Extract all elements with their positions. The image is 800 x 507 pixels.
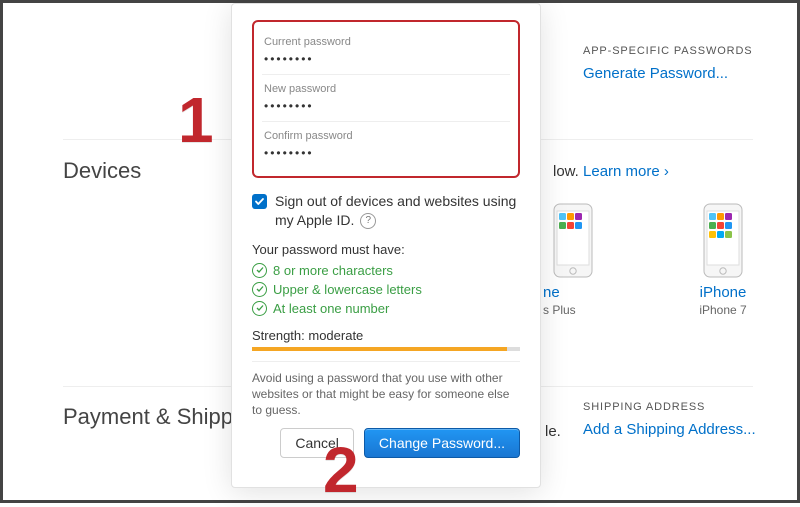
requirements-title: Your password must have: bbox=[252, 242, 520, 257]
learn-more-link[interactable]: Learn more › bbox=[583, 163, 669, 180]
device-item[interactable]: ne s Plus bbox=[543, 203, 603, 317]
app-specific-header: APP-SPECIFIC PASSWORDS bbox=[583, 45, 783, 57]
device-list: ne s Plus iPhone iPhone 7 bbox=[543, 203, 773, 317]
signout-checkbox[interactable] bbox=[252, 194, 267, 209]
requirement-item: 8 or more characters bbox=[252, 263, 520, 278]
requirement-text: 8 or more characters bbox=[273, 263, 393, 278]
device-item[interactable]: iPhone iPhone 7 bbox=[673, 203, 773, 317]
requirement-text: Upper & lowercase letters bbox=[273, 282, 422, 297]
requirement-item: Upper & lowercase letters bbox=[252, 282, 520, 297]
truncated-text: le. bbox=[545, 423, 561, 440]
check-circle-icon bbox=[252, 263, 267, 278]
check-circle-icon bbox=[252, 301, 267, 316]
current-password-input[interactable]: •••••••• bbox=[264, 52, 508, 66]
new-password-label: New password bbox=[264, 83, 508, 95]
device-name: ne bbox=[543, 284, 603, 301]
strength-meter bbox=[252, 347, 520, 351]
device-model: iPhone 7 bbox=[673, 303, 773, 317]
help-icon[interactable]: ? bbox=[360, 213, 376, 229]
new-password-input[interactable]: •••••••• bbox=[264, 99, 508, 113]
change-password-modal: Current password •••••••• New password •… bbox=[231, 3, 541, 488]
requirement-text: At least one number bbox=[273, 301, 389, 316]
iphone-icon bbox=[553, 203, 593, 278]
cancel-button[interactable]: Cancel bbox=[280, 428, 354, 458]
check-icon bbox=[254, 196, 265, 207]
password-fields-group: Current password •••••••• New password •… bbox=[252, 20, 520, 178]
check-circle-icon bbox=[252, 282, 267, 297]
add-shipping-link[interactable]: Add a Shipping Address... bbox=[583, 421, 783, 438]
strength-label: Strength: moderate bbox=[252, 328, 520, 343]
device-name: iPhone bbox=[673, 284, 773, 301]
learn-more-prefix: low. bbox=[553, 163, 583, 180]
requirement-item: At least one number bbox=[252, 301, 520, 316]
change-password-button[interactable]: Change Password... bbox=[364, 428, 520, 458]
iphone-icon bbox=[703, 203, 743, 278]
current-password-label: Current password bbox=[264, 36, 508, 48]
signout-label: Sign out of devices and websites using m… bbox=[275, 193, 516, 228]
shipping-address-header: SHIPPING ADDRESS bbox=[583, 401, 783, 413]
devices-section-title: Devices bbox=[63, 158, 141, 184]
device-model: s Plus bbox=[543, 303, 603, 317]
strength-meter-fill bbox=[252, 347, 507, 351]
password-advice: Avoid using a password that you use with… bbox=[252, 361, 520, 419]
confirm-password-label: Confirm password bbox=[264, 130, 508, 142]
generate-password-link[interactable]: Generate Password... bbox=[583, 65, 783, 82]
confirm-password-input[interactable]: •••••••• bbox=[264, 146, 508, 160]
requirements-list: 8 or more characters Upper & lowercase l… bbox=[252, 263, 520, 316]
annotation-1: 1 bbox=[178, 83, 214, 157]
